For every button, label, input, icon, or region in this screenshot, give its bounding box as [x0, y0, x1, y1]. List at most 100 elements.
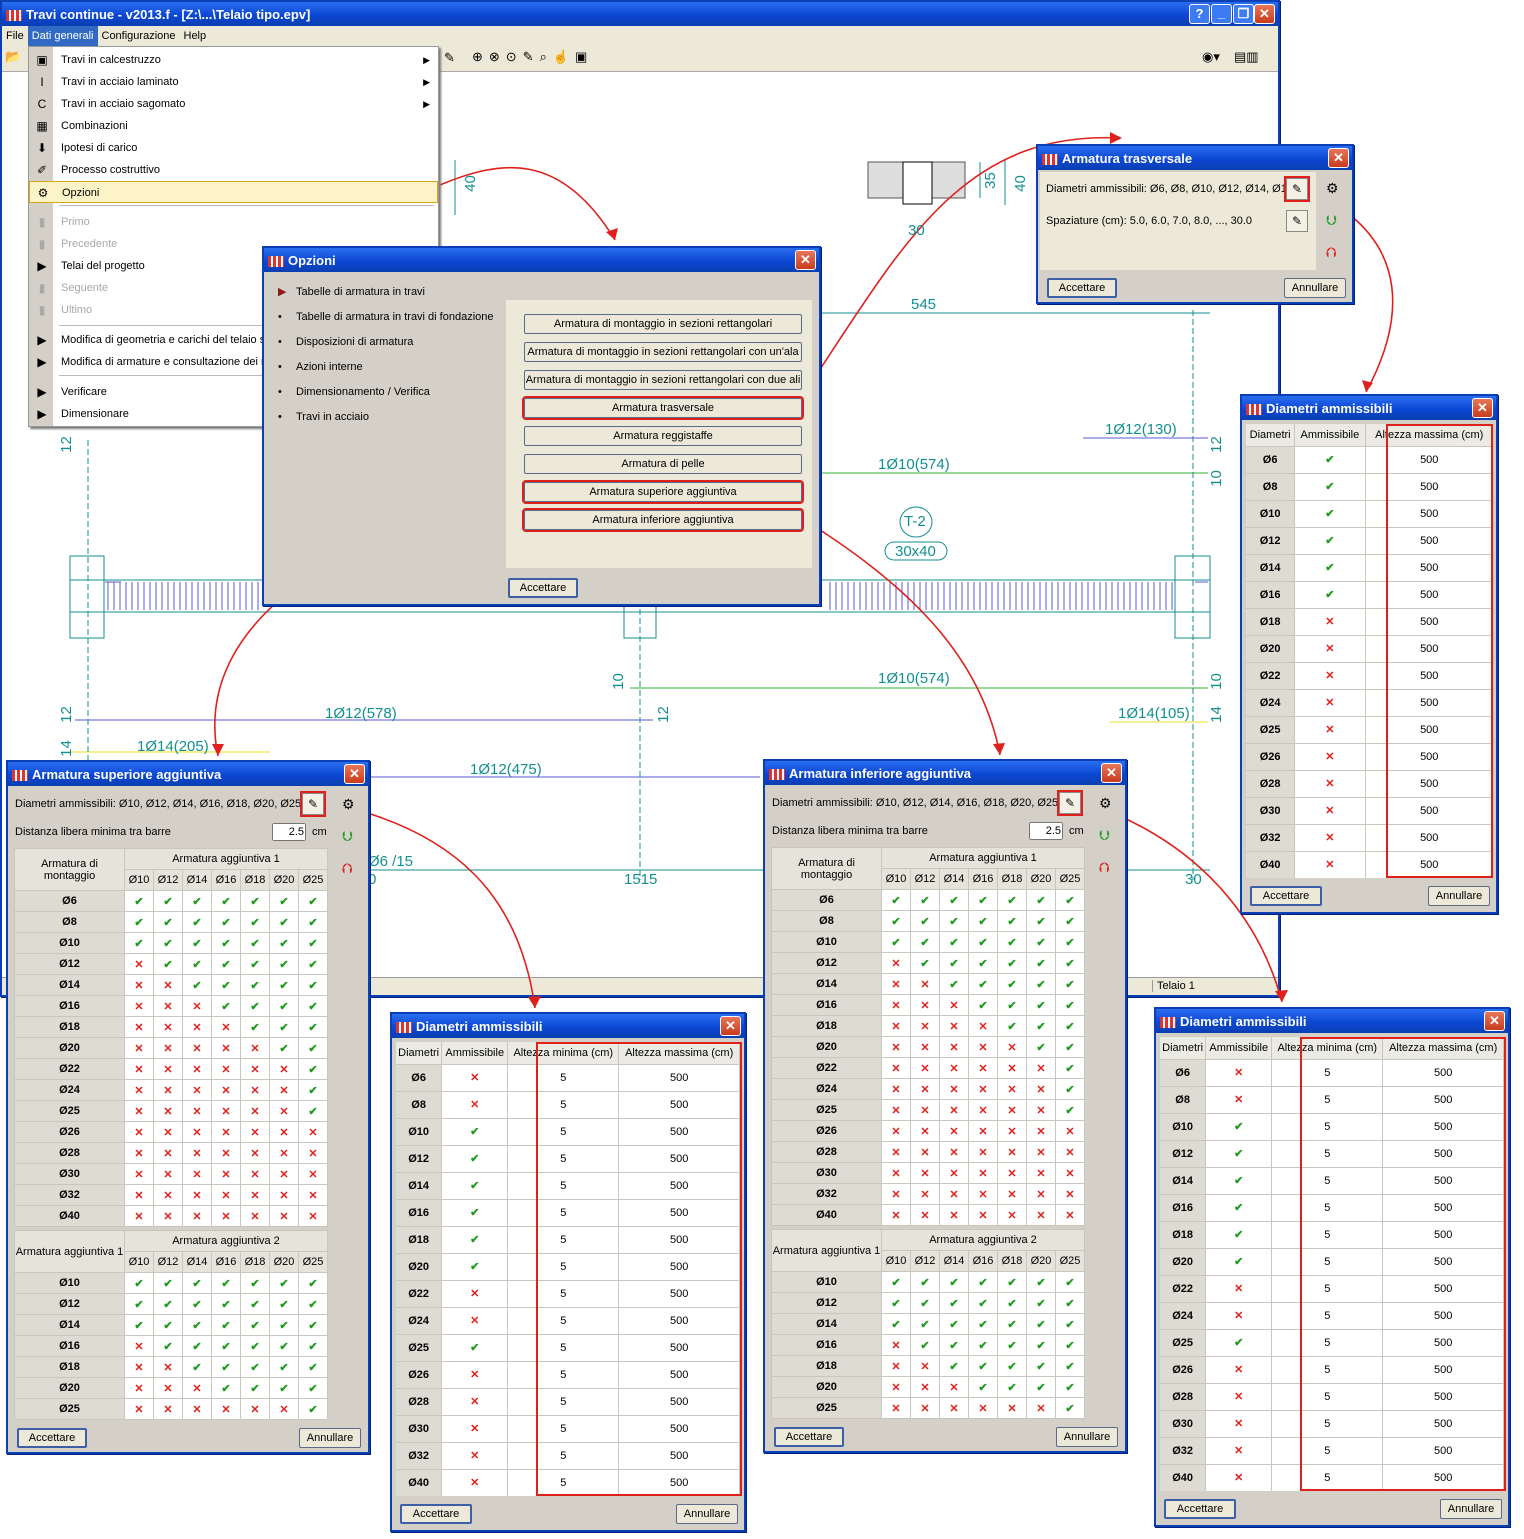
compat-cell[interactable]: ✔	[269, 911, 299, 933]
import-icon[interactable]: ⮋	[1099, 827, 1110, 844]
ammissibile-cell[interactable]: ✔	[441, 1334, 509, 1362]
compat-cell[interactable]: ✕	[910, 1204, 940, 1226]
compat-cell[interactable]: ✕	[182, 1398, 212, 1420]
compat-cell[interactable]: ✔	[211, 1377, 241, 1399]
table-row[interactable]: Ø14 ✕ ✕ ✔ ✔ ✔ ✔ ✔	[771, 973, 1085, 995]
compat-cell[interactable]: ✕	[211, 1398, 241, 1420]
compat-cell[interactable]: ✔	[298, 1398, 328, 1420]
ammissibile-cell[interactable]: ✕	[1294, 662, 1366, 690]
compat-cell[interactable]: ✕	[1026, 1120, 1056, 1142]
close-icon[interactable]: ✕	[1472, 398, 1493, 418]
compat-cell[interactable]: ✔	[153, 953, 183, 975]
compat-cell[interactable]: ✕	[910, 1099, 940, 1121]
compat-cell[interactable]: ✕	[1055, 1183, 1085, 1205]
menu-item[interactable]: ▣ Travi in calcestruzzo ▶	[29, 49, 438, 71]
compat-cell[interactable]: ✔	[211, 974, 241, 996]
compat-cell[interactable]: ✔	[211, 1293, 241, 1315]
compat-cell[interactable]: ✕	[269, 1100, 299, 1122]
compat-cell[interactable]: ✔	[910, 1334, 940, 1356]
menu-item[interactable]: I Travi in acciaio laminato ▶	[29, 71, 438, 93]
compat-cell[interactable]: ✔	[298, 911, 328, 933]
compat-cell[interactable]: ✔	[298, 1314, 328, 1336]
compat-cell[interactable]: ✕	[881, 994, 911, 1016]
compat-cell[interactable]: ✕	[153, 974, 183, 996]
compat-cell[interactable]: ✕	[124, 1377, 154, 1399]
ammissibile-cell[interactable]: ✕	[1294, 770, 1366, 798]
compat-cell[interactable]: ✕	[910, 1397, 940, 1419]
ammissibile-cell[interactable]: ✔	[1294, 581, 1366, 609]
compat-cell[interactable]: ✔	[1026, 910, 1056, 932]
ammissibile-cell[interactable]: ✕	[1294, 608, 1366, 636]
compat-cell[interactable]: ✔	[240, 1377, 270, 1399]
table-row[interactable]: Ø20 ✕ ✕ ✕ ✕ ✕ ✔ ✔	[771, 1036, 1085, 1058]
compat-cell[interactable]: ✕	[153, 1016, 183, 1038]
compat-cell[interactable]: ✕	[968, 1036, 998, 1058]
compat-cell[interactable]: ✔	[211, 1314, 241, 1336]
compat-cell[interactable]: ✔	[240, 974, 270, 996]
compat-cell[interactable]: ✕	[240, 1205, 270, 1227]
import-icon[interactable]: ⮋	[1326, 212, 1337, 229]
compat-cell[interactable]: ✕	[211, 1121, 241, 1143]
compat-cell[interactable]: ✔	[124, 1293, 154, 1315]
compat-cell[interactable]: ✔	[1026, 1015, 1056, 1037]
compat-cell[interactable]: ✔	[211, 953, 241, 975]
table-row[interactable]: Ø20 ✕ ✕ ✕ ✔ ✔ ✔ ✔	[14, 1377, 328, 1399]
compat-cell[interactable]: ✔	[997, 1015, 1027, 1037]
ammissibile-cell[interactable]: ✕	[441, 1280, 509, 1308]
ammissibile-cell[interactable]: ✔	[441, 1226, 509, 1254]
tree-item[interactable]: • Travi in acciaio	[278, 407, 369, 427]
compat-cell[interactable]: ✔	[182, 1335, 212, 1357]
compat-cell[interactable]: ✔	[240, 953, 270, 975]
compat-cell[interactable]: ✕	[298, 1184, 328, 1206]
compat-cell[interactable]: ✕	[182, 1058, 212, 1080]
compat-cell[interactable]: ✔	[124, 890, 154, 912]
compat-cell[interactable]: ✕	[968, 1204, 998, 1226]
compat-cell[interactable]: ✕	[881, 1099, 911, 1121]
compat-cell[interactable]: ✔	[1055, 1376, 1085, 1398]
compat-cell[interactable]: ✕	[968, 1120, 998, 1142]
compat-cell[interactable]: ✔	[211, 995, 241, 1017]
ammissibile-cell[interactable]: ✔	[1205, 1113, 1273, 1141]
table-row[interactable]: Ø14 ✔ ✔ ✔ ✔ ✔ ✔ ✔	[771, 1313, 1085, 1335]
compat-cell[interactable]: ✕	[153, 1184, 183, 1206]
compat-cell[interactable]: ✕	[124, 1100, 154, 1122]
edit-diametri-icon[interactable]: ✎	[300, 791, 326, 817]
compat-cell[interactable]: ✔	[881, 889, 911, 911]
table-row[interactable]: Ø28 ✕ ✕ ✕ ✕ ✕ ✕ ✕	[771, 1141, 1085, 1163]
compat-cell[interactable]: ✕	[153, 1037, 183, 1059]
ammissibile-cell[interactable]: ✕	[441, 1307, 509, 1335]
table-row[interactable]: Ø26 ✕ ✕ ✕ ✕ ✕ ✕ ✕	[771, 1120, 1085, 1142]
compat-cell[interactable]: ✕	[968, 1183, 998, 1205]
table-row[interactable]: Ø6 ✔ ✔ ✔ ✔ ✔ ✔ ✔	[14, 890, 328, 912]
compat-cell[interactable]: ✔	[124, 1314, 154, 1336]
ammissibile-cell[interactable]: ✕	[1205, 1410, 1273, 1438]
compat-cell[interactable]: ✕	[1026, 1057, 1056, 1079]
edit-diametri-icon[interactable]: ✎	[1284, 176, 1310, 202]
compat-cell[interactable]: ✔	[1026, 973, 1056, 995]
compat-cell[interactable]: ✔	[997, 973, 1027, 995]
compat-cell[interactable]: ✔	[1055, 1078, 1085, 1100]
compat-cell[interactable]: ✔	[240, 932, 270, 954]
ammissibile-cell[interactable]: ✕	[441, 1469, 509, 1496]
compat-cell[interactable]: ✕	[910, 1162, 940, 1184]
compat-cell[interactable]: ✕	[269, 1163, 299, 1185]
compat-cell[interactable]: ✕	[881, 1183, 911, 1205]
compat-cell[interactable]: ✔	[240, 1293, 270, 1315]
table-row[interactable]: Ø12 ✔ ✔ ✔ ✔ ✔ ✔ ✔	[14, 1293, 328, 1315]
compat-cell[interactable]: ✕	[240, 1184, 270, 1206]
compat-cell[interactable]: ✕	[153, 1163, 183, 1185]
compat-cell[interactable]: ✕	[269, 1205, 299, 1227]
compat-cell[interactable]: ✔	[939, 1271, 969, 1293]
annullare-button[interactable]: Annullare	[1284, 278, 1346, 298]
compat-cell[interactable]: ✔	[881, 1313, 911, 1335]
ammissibile-cell[interactable]: ✔	[441, 1118, 509, 1146]
compat-cell[interactable]: ✕	[1055, 1120, 1085, 1142]
compat-cell[interactable]: ✕	[968, 1015, 998, 1037]
compat-cell[interactable]: ✔	[1026, 952, 1056, 974]
compat-cell[interactable]: ✕	[153, 1142, 183, 1164]
compat-cell[interactable]: ✕	[910, 1183, 940, 1205]
compat-cell[interactable]: ✔	[298, 890, 328, 912]
compat-cell[interactable]: ✔	[153, 1293, 183, 1315]
compat-cell[interactable]: ✔	[910, 1271, 940, 1293]
compat-cell[interactable]: ✔	[997, 994, 1027, 1016]
